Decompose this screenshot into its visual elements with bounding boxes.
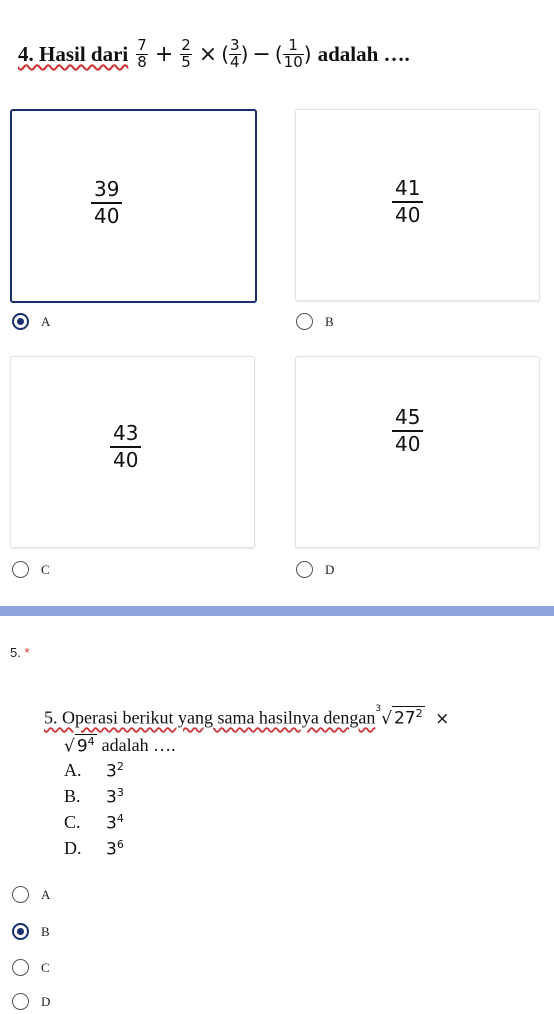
q4-prefix: 4. Hasil dari xyxy=(18,41,129,66)
q5-choice-a: A. 32 xyxy=(64,760,124,782)
q5-radio-b-label: B xyxy=(41,924,50,939)
option-card-b[interactable]: 41 40 xyxy=(295,109,540,301)
q5-cube-root: 3√ 272 xyxy=(375,704,425,729)
q5-radio-a[interactable] xyxy=(12,886,29,903)
question-4-stem: 4. Hasil dari 7 8 + 2 5 × ( 3 4 ) − ( 1 … xyxy=(18,36,410,71)
q5-stem-suffix: adalah …. xyxy=(101,734,176,755)
question-5-stem-line-1: 5. Operasi berikut yang sama hasilnya de… xyxy=(44,704,450,729)
q5-choice-d: D. 36 xyxy=(64,838,124,860)
q5-times: × xyxy=(435,708,450,729)
option-card-d[interactable]: 45 40 xyxy=(295,356,540,548)
radio-option-b-label: B xyxy=(325,314,334,329)
q4-fraction-2: 2 5 xyxy=(180,36,192,71)
q4-suffix: adalah …. xyxy=(317,41,410,66)
q5-radio-d-label: D xyxy=(41,994,51,1009)
radio-option-d[interactable] xyxy=(296,561,313,578)
q5-radio-c-label: C xyxy=(41,960,50,975)
radio-option-a-label: A xyxy=(41,314,51,329)
q5-radio-b[interactable] xyxy=(12,923,29,940)
option-a-fraction: 39 40 xyxy=(91,177,123,229)
radio-option-a[interactable] xyxy=(12,313,29,330)
q4-op-plus: + xyxy=(154,41,174,67)
q5-choice-b: B. 33 xyxy=(64,786,124,808)
option-card-a[interactable]: 39 40 xyxy=(10,109,257,303)
q4-fraction-1: 7 8 xyxy=(136,36,148,71)
q5-radio-d[interactable] xyxy=(12,993,29,1010)
radio-option-d-label: D xyxy=(325,562,335,577)
option-c-fraction: 43 40 xyxy=(110,421,142,473)
q5-choice-c: C. 34 xyxy=(64,812,124,834)
option-d-fraction: 45 40 xyxy=(392,405,424,457)
radio-option-c-label: C xyxy=(41,562,50,577)
question-5-number: 5. * xyxy=(10,645,30,660)
q4-op-times: × xyxy=(198,41,218,67)
question-5-stem-line-2: √ 94 adalah …. xyxy=(64,734,176,757)
required-asterisk: * xyxy=(24,645,30,660)
section-divider xyxy=(0,606,554,616)
radio-option-b[interactable] xyxy=(296,313,313,330)
q5-square-root: √ 94 xyxy=(64,734,97,757)
option-b-fraction: 41 40 xyxy=(392,176,424,228)
q5-stem-text: 5. Operasi berikut yang sama hasilnya de… xyxy=(44,707,376,728)
q4-fraction-3: 3 4 xyxy=(229,36,241,71)
q4-op-minus: − xyxy=(252,41,271,67)
q5-radio-c[interactable] xyxy=(12,959,29,976)
q5-radio-a-label: A xyxy=(41,887,51,902)
radio-option-c[interactable] xyxy=(12,561,29,578)
q4-fraction-4: 1 10 xyxy=(282,36,304,71)
option-card-c[interactable]: 43 40 xyxy=(10,356,255,548)
